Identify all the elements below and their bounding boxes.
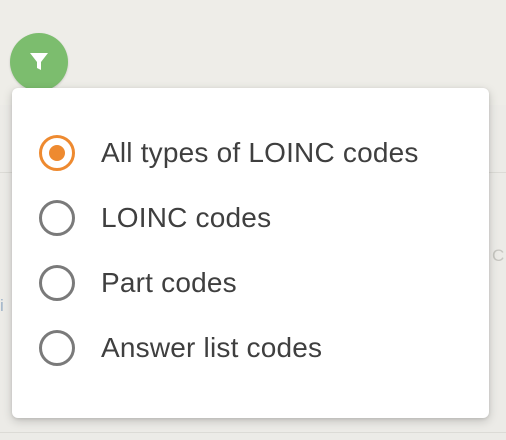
option-part-codes[interactable]: Part codes [39, 263, 237, 303]
option-label: Answer list codes [101, 332, 323, 363]
radio-button[interactable] [39, 200, 75, 236]
radio-dot [49, 145, 65, 161]
radio-button[interactable] [39, 265, 75, 301]
background-text-fragment: C [492, 246, 505, 265]
filter-button[interactable] [10, 33, 68, 91]
radio-button-selected[interactable] [39, 135, 75, 171]
code-type-filter-dropdown: All types of LOINC codes LOINC codes Par… [12, 88, 489, 418]
radio-button[interactable] [39, 330, 75, 366]
background-link-fragment[interactable]: i [0, 296, 4, 316]
option-all-types[interactable]: All types of LOINC codes [39, 133, 419, 173]
option-label: LOINC codes [101, 202, 272, 233]
divider [0, 432, 506, 433]
option-label: Part codes [101, 267, 237, 298]
option-loinc-codes[interactable]: LOINC codes [39, 198, 271, 238]
option-answer-list-codes[interactable]: Answer list codes [39, 328, 322, 368]
filter-icon [29, 51, 49, 73]
option-label: All types of LOINC codes [101, 137, 419, 168]
